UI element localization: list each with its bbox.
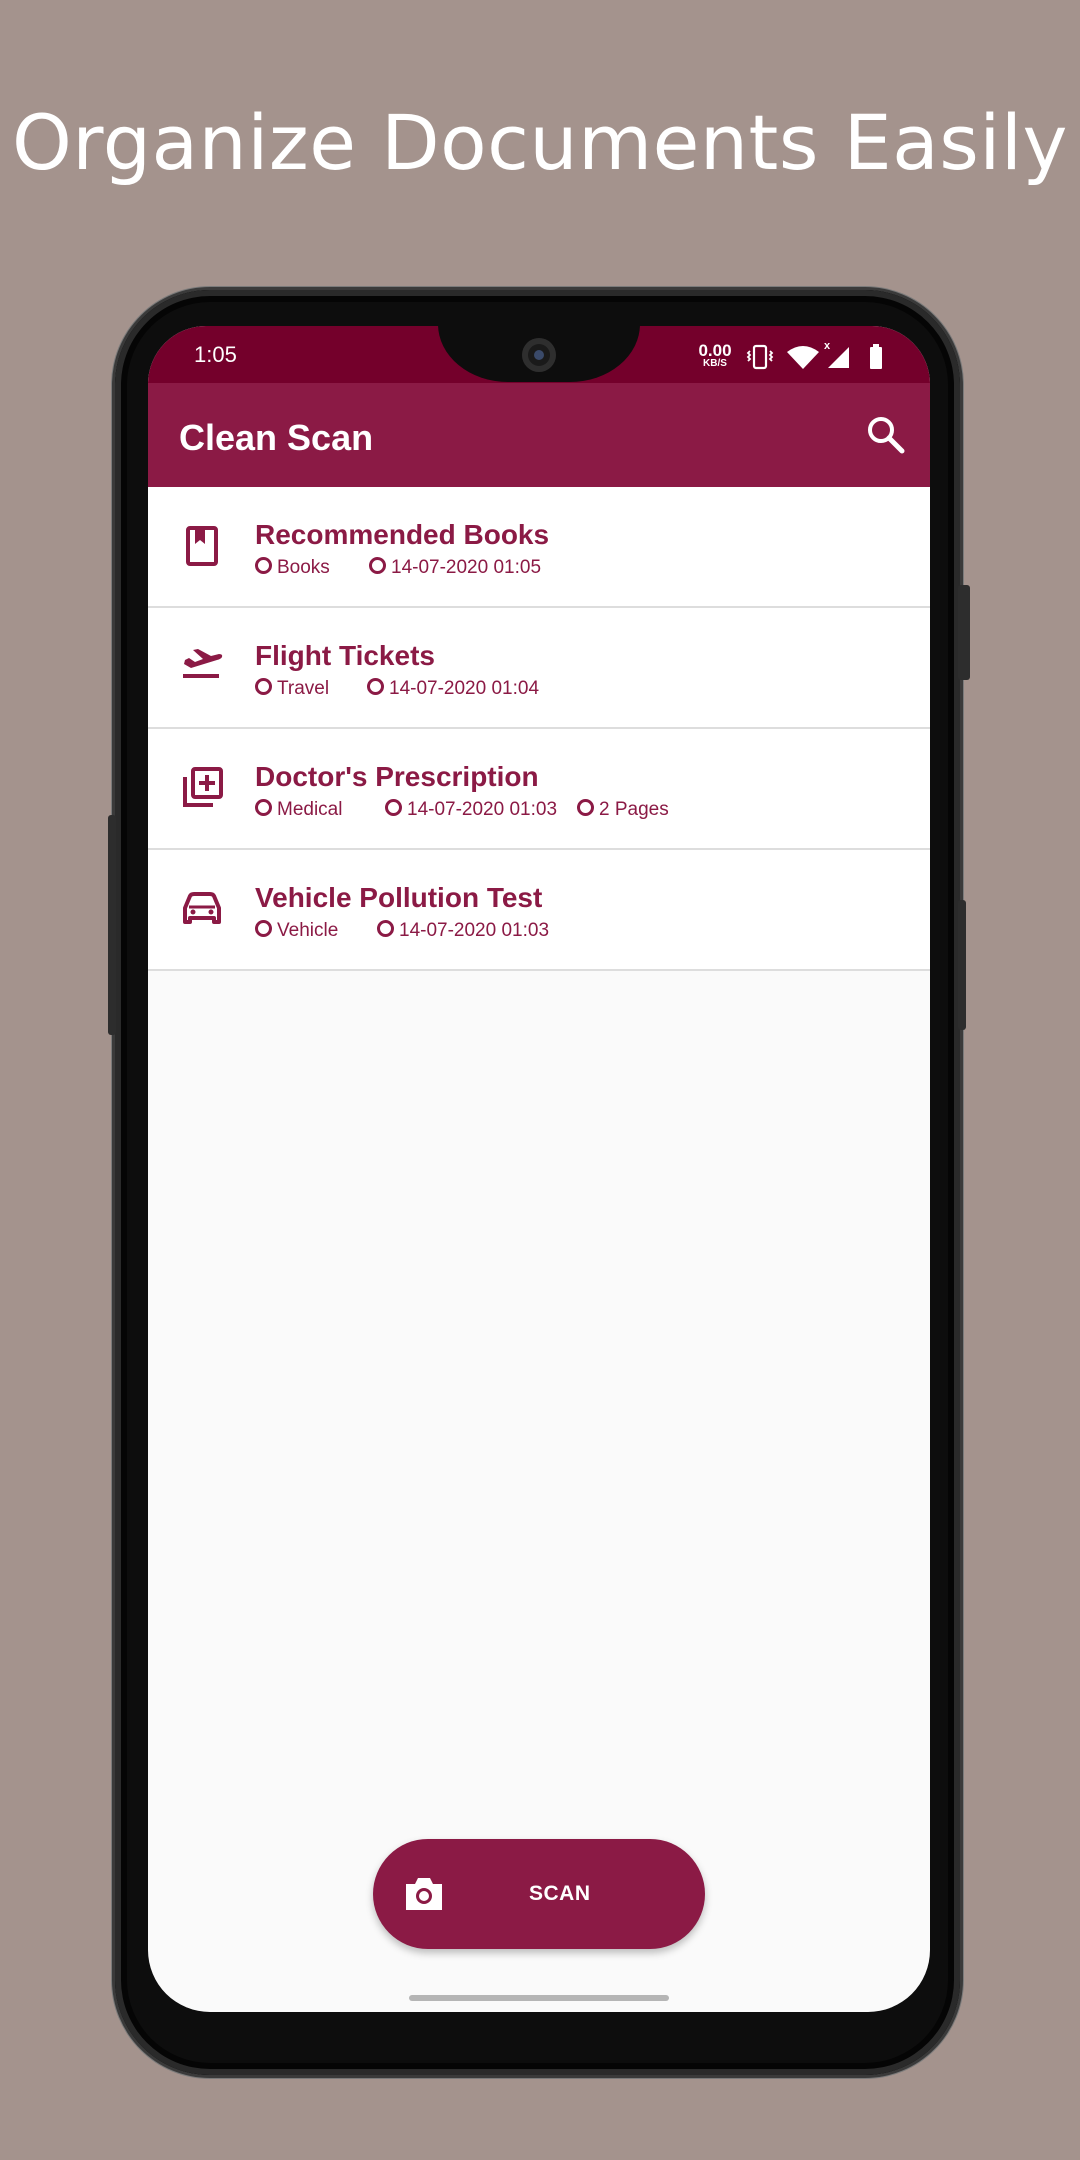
search-icon[interactable] bbox=[862, 411, 910, 459]
gesture-home-bar[interactable] bbox=[409, 1995, 669, 2001]
phone-screen: 1:05 0.00 KB/S x Clean Scan Recommended … bbox=[148, 326, 930, 2012]
document-title: Flight Tickets bbox=[255, 640, 435, 671]
circle-bullet-icon bbox=[577, 799, 594, 816]
network-speed-value: 0.00 bbox=[698, 341, 732, 360]
document-datetime: 14-07-2020 01:04 bbox=[367, 678, 539, 700]
car-icon bbox=[183, 892, 221, 924]
document-datetime: 14-07-2020 01:03 bbox=[377, 920, 549, 942]
camera-icon bbox=[406, 1878, 442, 1910]
power-button bbox=[958, 585, 970, 680]
document-list: Recommended Books Books 14-07-2020 01:05… bbox=[148, 487, 930, 971]
document-title: Doctor's Prescription bbox=[255, 761, 539, 792]
vibrate-icon bbox=[746, 344, 774, 370]
network-speed: 0.00 KB/S bbox=[693, 342, 737, 369]
circle-bullet-icon bbox=[367, 678, 384, 695]
volume-button-left bbox=[108, 815, 116, 1035]
document-category: Travel bbox=[255, 678, 329, 700]
list-item[interactable]: Recommended Books Books 14-07-2020 01:05 bbox=[148, 487, 930, 608]
list-item[interactable]: Doctor's Prescription Medical 14-07-2020… bbox=[148, 729, 930, 850]
document-pages: 2 Pages bbox=[577, 799, 669, 821]
category-label: Books bbox=[277, 557, 330, 578]
document-title: Recommended Books bbox=[255, 519, 550, 550]
document-category: Medical bbox=[255, 799, 342, 821]
network-speed-unit: KB/S bbox=[703, 358, 727, 369]
status-time: 1:05 bbox=[194, 342, 237, 367]
document-datetime: 14-07-2020 01:05 bbox=[369, 557, 541, 579]
volume-button bbox=[958, 900, 966, 1030]
promo-headline: Organize Documents Easily bbox=[11, 98, 1068, 187]
circle-bullet-icon bbox=[377, 920, 394, 937]
datetime-label: 14-07-2020 01:04 bbox=[389, 678, 540, 699]
datetime-label: 14-07-2020 01:05 bbox=[391, 557, 542, 578]
datetime-label: 14-07-2020 01:03 bbox=[399, 920, 550, 941]
scan-button-label: SCAN bbox=[529, 1882, 591, 1905]
circle-bullet-icon bbox=[255, 678, 272, 695]
document-title: Vehicle Pollution Test bbox=[255, 882, 543, 913]
circle-bullet-icon bbox=[369, 557, 386, 574]
list-item[interactable]: Vehicle Pollution Test Vehicle 14-07-202… bbox=[148, 850, 930, 971]
list-item[interactable]: Flight Tickets Travel 14-07-2020 01:04 bbox=[148, 608, 930, 729]
flight-takeoff-icon bbox=[183, 649, 223, 678]
circle-bullet-icon bbox=[255, 799, 272, 816]
circle-bullet-icon bbox=[385, 799, 402, 816]
datetime-label: 14-07-2020 01:03 bbox=[407, 799, 558, 820]
document-datetime: 14-07-2020 01:03 bbox=[385, 799, 557, 821]
category-label: Travel bbox=[277, 678, 330, 699]
front-camera bbox=[522, 338, 556, 372]
wifi-icon bbox=[787, 346, 819, 369]
category-label: Vehicle bbox=[277, 920, 339, 941]
medical-add-icon bbox=[183, 767, 223, 807]
document-category: Vehicle bbox=[255, 920, 338, 942]
app-title: Clean Scan bbox=[179, 417, 374, 458]
document-category: Books bbox=[255, 557, 330, 579]
scan-button[interactable]: SCAN bbox=[373, 1839, 705, 1949]
pages-label: 2 Pages bbox=[599, 799, 669, 820]
circle-bullet-icon bbox=[255, 557, 272, 574]
signal-icon: x bbox=[824, 340, 849, 368]
svg-text:x: x bbox=[824, 340, 831, 352]
battery-icon bbox=[870, 344, 882, 369]
app-bar: Clean Scan bbox=[148, 383, 930, 487]
circle-bullet-icon bbox=[255, 920, 272, 937]
status-bar: 1:05 0.00 KB/S x bbox=[148, 326, 930, 383]
bookmark-book-icon bbox=[186, 526, 218, 566]
category-label: Medical bbox=[277, 799, 343, 820]
